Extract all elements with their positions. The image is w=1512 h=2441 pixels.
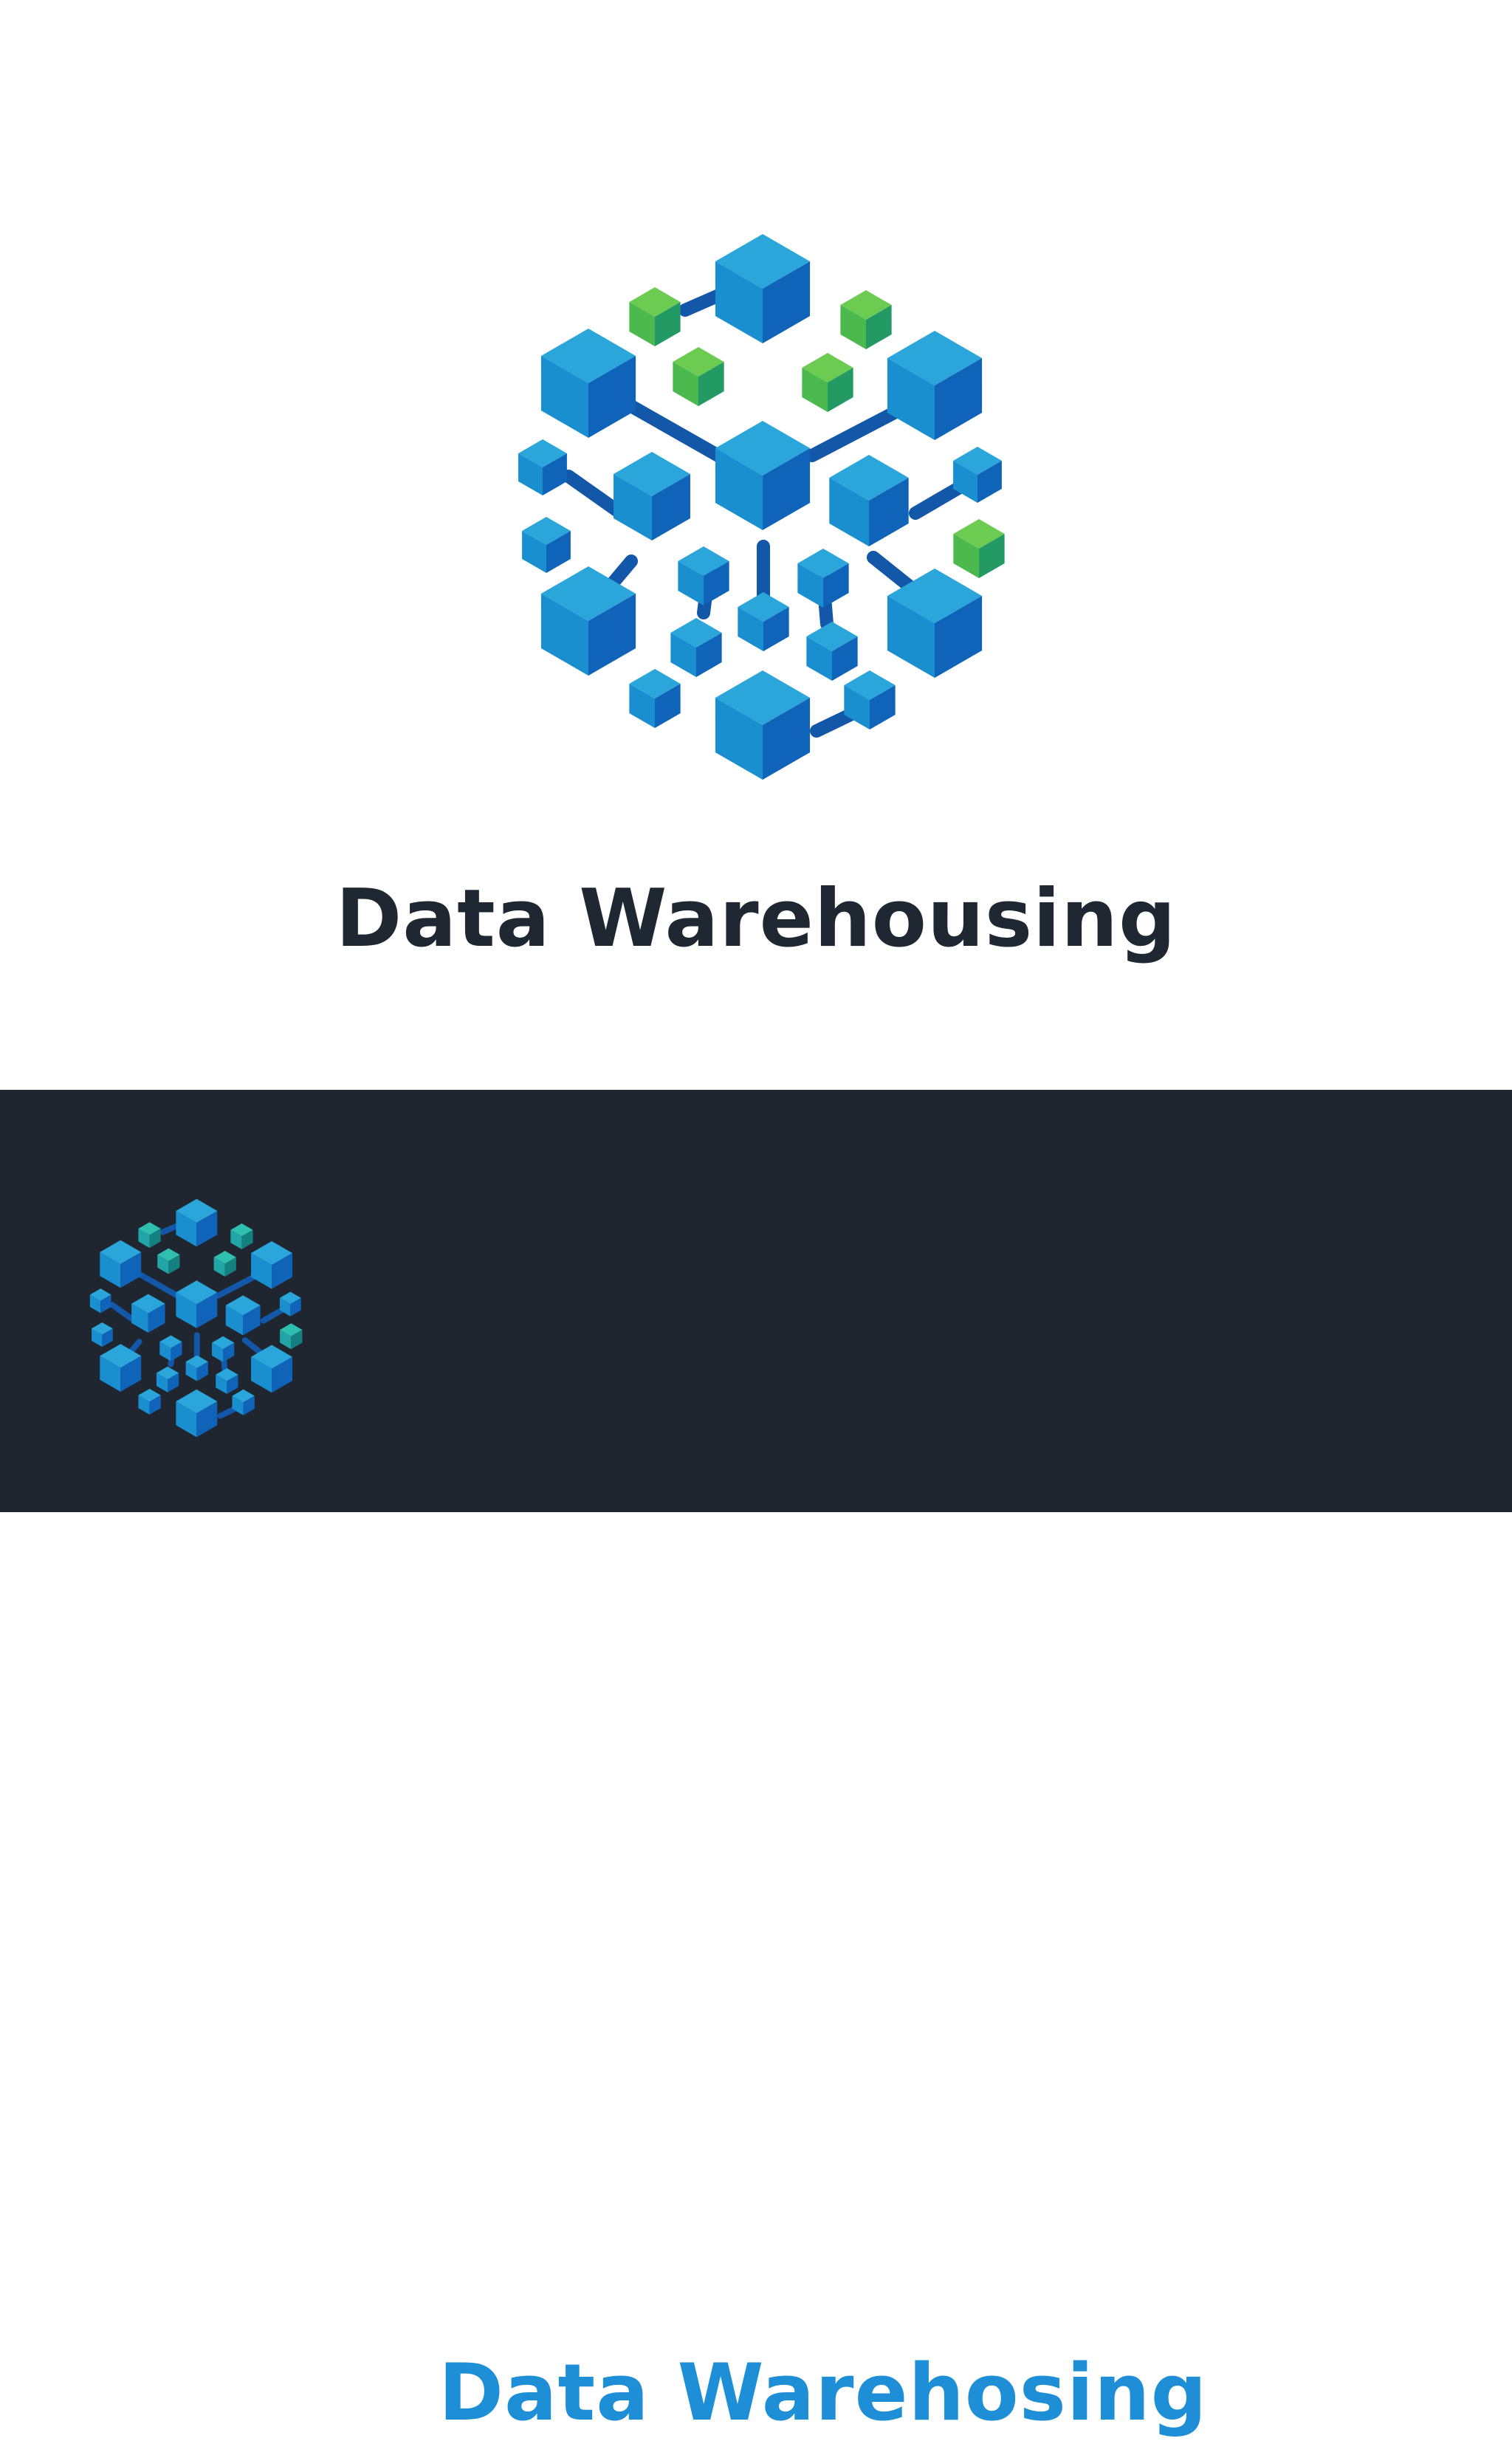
data-cube-main-3 <box>715 421 811 530</box>
connector-line-dark-4 <box>260 1306 286 1324</box>
data-cube-dark-2 <box>251 1240 293 1289</box>
data-cube-main-7 <box>614 452 690 540</box>
accent-cube-main-10 <box>840 290 892 349</box>
dark-variant-wordmark: Data Warehosing <box>439 2347 1208 2438</box>
data-cube-dark-1 <box>100 1240 142 1288</box>
accent-cube-main-11 <box>673 347 724 406</box>
data-cube-dark-7 <box>131 1294 165 1333</box>
data-cube-main-22 <box>629 669 681 728</box>
data-cube-main-2 <box>887 331 983 440</box>
data-cube-dark-8 <box>225 1295 261 1336</box>
data-cube-main-15 <box>522 517 571 573</box>
accent-cube-dark-9 <box>138 1222 161 1249</box>
data-cube-dark-0 <box>176 1198 218 1247</box>
data-cube-dark-3 <box>176 1280 218 1328</box>
connector-line-main-2 <box>805 405 904 462</box>
accent-cube-dark-11 <box>157 1248 180 1274</box>
primary-wordmark: Data Warehousing <box>335 873 1177 965</box>
data-cube-dark-20 <box>156 1366 179 1393</box>
data-warehouse-cube-network-icon <box>518 234 1005 780</box>
data-cube-dark-21 <box>216 1367 238 1394</box>
connector-line-main-1 <box>625 399 729 464</box>
data-cube-main-19 <box>738 592 789 651</box>
data-cube-dark-15 <box>92 1322 113 1347</box>
data-cube-main-6 <box>715 670 811 780</box>
accent-cube-dark-10 <box>230 1223 253 1249</box>
connector-line-dark-2 <box>215 1273 258 1299</box>
data-cube-main-18 <box>797 549 849 608</box>
accent-cube-main-9 <box>629 287 681 346</box>
data-cube-main-8 <box>829 455 909 546</box>
accent-cube-dark-13 <box>280 1323 303 1350</box>
connector-line-dark-1 <box>136 1271 182 1300</box>
data-cube-main-17 <box>678 546 729 605</box>
accent-cube-main-12 <box>802 353 853 412</box>
data-cube-main-1 <box>540 329 636 438</box>
accent-cube-dark-12 <box>213 1251 236 1277</box>
data-cube-dark-14 <box>89 1288 111 1314</box>
data-cube-dark-18 <box>211 1336 235 1362</box>
data-cube-main-20 <box>670 618 722 677</box>
data-cube-main-0 <box>715 234 811 343</box>
data-cube-dark-19 <box>185 1355 208 1381</box>
light-logo-panel: Data Warehousing <box>0 0 1512 1090</box>
data-cube-main-21 <box>806 622 858 681</box>
connector-line-main-4 <box>909 481 966 520</box>
data-cube-dark-17 <box>159 1335 182 1362</box>
dark-variant-data-warehouse-icon <box>89 1198 303 1438</box>
data-cube-main-14 <box>518 439 567 495</box>
data-cube-dark-22 <box>138 1388 161 1415</box>
data-cube-dark-6 <box>176 1389 218 1438</box>
accent-cube-main-13 <box>953 519 1005 578</box>
